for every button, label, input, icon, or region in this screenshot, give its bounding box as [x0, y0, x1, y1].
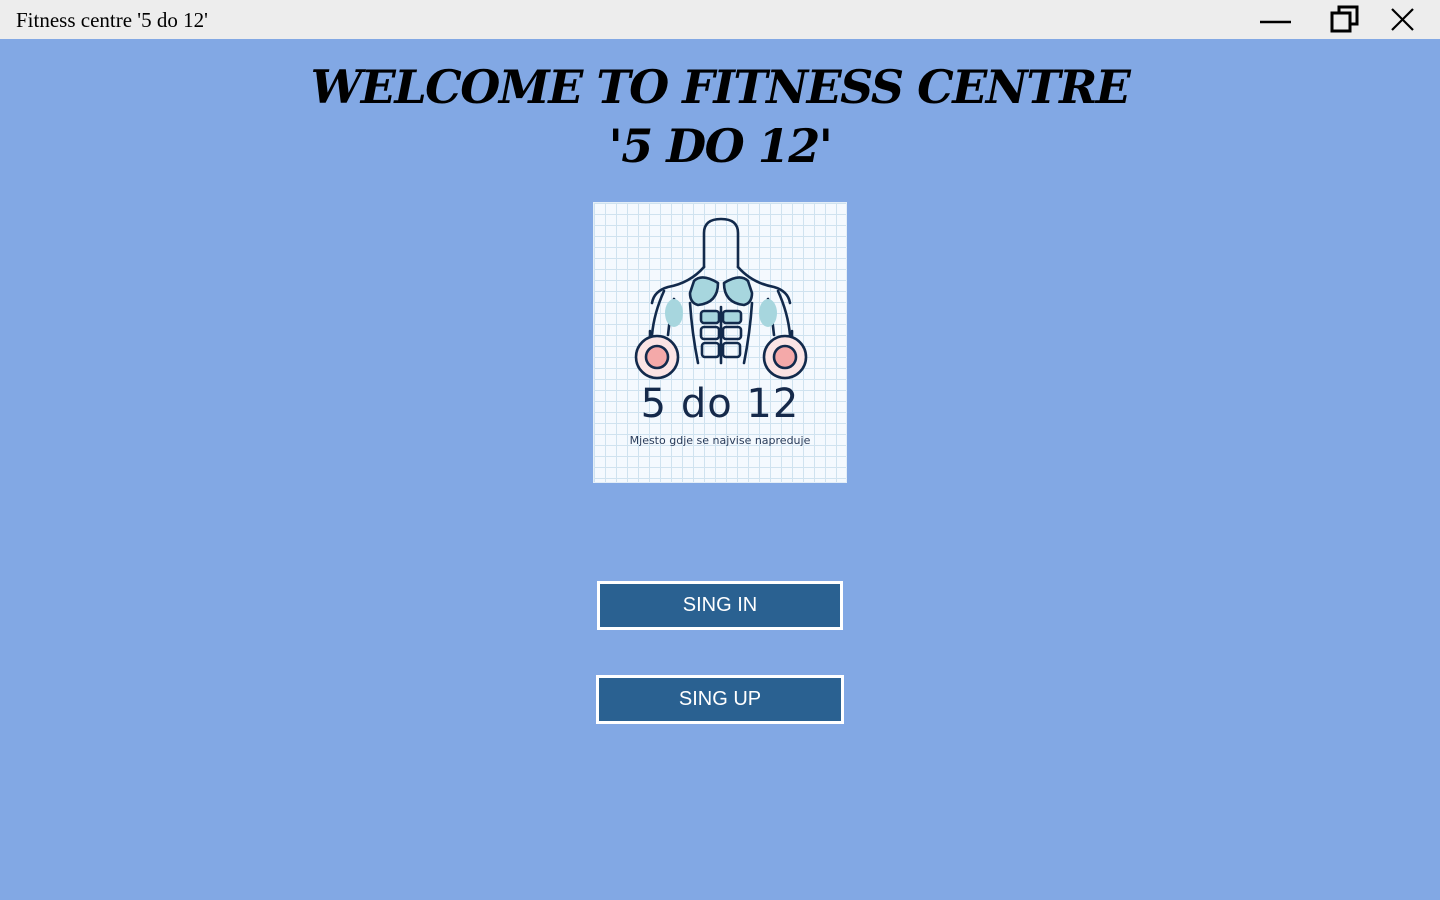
- window-titlebar: Fitness centre '5 do 12': [0, 0, 1440, 39]
- heading-line-2: '5 DO 12': [608, 119, 833, 173]
- sign-up-button[interactable]: SING UP: [596, 675, 844, 724]
- minimize-icon: [1260, 20, 1291, 24]
- sign-in-button[interactable]: SING IN: [597, 581, 843, 630]
- welcome-heading: WELCOME TO FITNESS CENTRE '5 DO 12': [0, 58, 1440, 176]
- minimize-button[interactable]: [1246, 0, 1306, 39]
- window-title: Fitness centre '5 do 12': [16, 8, 208, 32]
- close-icon: [1391, 8, 1414, 31]
- restore-icon: [1330, 5, 1359, 33]
- restore-button[interactable]: [1315, 0, 1375, 39]
- logo-name: 5 do 12: [640, 381, 800, 427]
- heading-line-1: WELCOME TO FITNESS CENTRE: [310, 60, 1131, 114]
- close-button[interactable]: [1373, 0, 1433, 39]
- gym-logo: 5 do 12 Mjesto gdje se najvise napreduje: [593, 202, 847, 483]
- logo-tagline: Mjesto gdje se najvise napreduje: [629, 434, 811, 447]
